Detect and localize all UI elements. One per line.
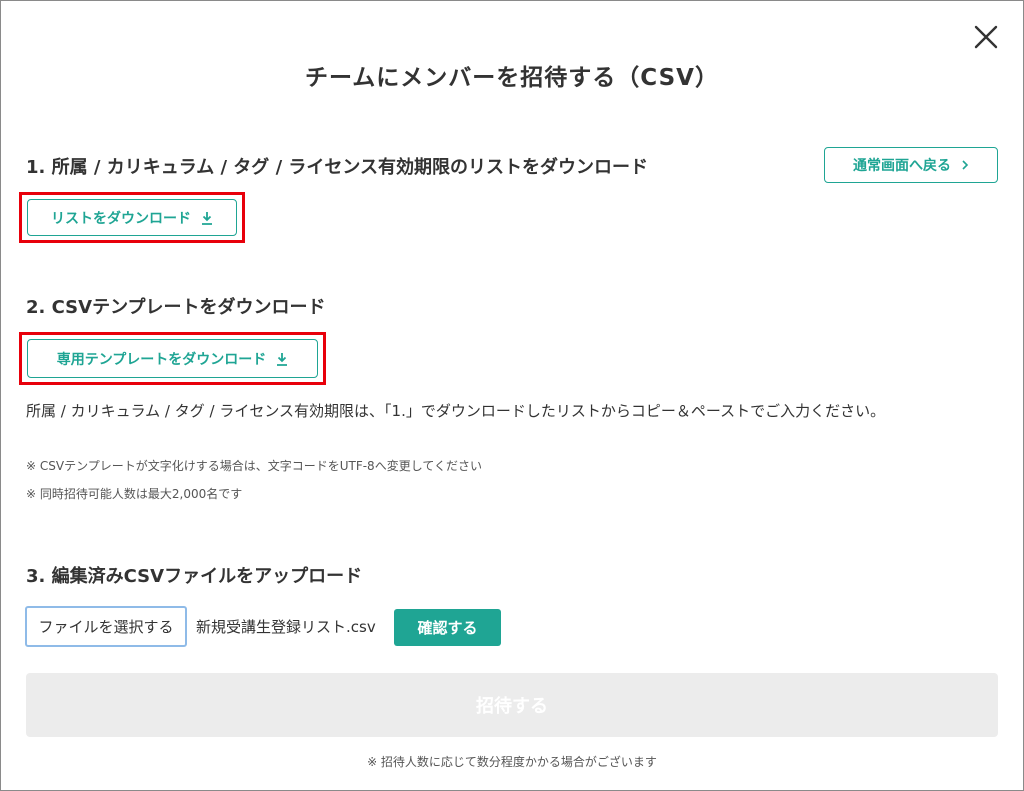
selected-file-name: 新規受講生登録リスト.csv	[196, 618, 376, 636]
list-download-label: リストをダウンロード	[51, 210, 191, 227]
back-button-label: 通常画面へ戻る	[853, 158, 951, 174]
footer-note: ※ 招待人数に応じて数分程度かかる場合がございます	[367, 755, 657, 769]
note-encoding: ※ CSVテンプレートが文字化けする場合は、文字コードをUTF-8へ変更してくだ…	[26, 459, 482, 473]
download-icon	[276, 352, 288, 366]
section3-heading: 3. 編集済みCSVファイルをアップロード	[26, 566, 363, 587]
section1-heading: 1. 所属 / カリキュラム / タグ / ライセンス有効期限のリストをダウンロ…	[26, 157, 649, 178]
back-to-normal-button[interactable]: 通常画面へ戻る	[824, 147, 998, 183]
file-select-button[interactable]: ファイルを選択する	[25, 606, 187, 647]
download-icon	[201, 211, 213, 225]
list-download-button[interactable]: リストをダウンロード	[27, 199, 237, 236]
section2-heading: 2. CSVテンプレートをダウンロード	[26, 297, 326, 318]
template-download-button[interactable]: 専用テンプレートをダウンロード	[27, 339, 318, 378]
dialog-title: チームにメンバーを招待する（CSV）	[305, 65, 719, 91]
chevron-right-icon	[961, 160, 969, 170]
close-icon[interactable]	[971, 22, 1001, 52]
note-max-invites: ※ 同時招待可能人数は最大2,000名です	[26, 487, 243, 501]
template-download-label: 専用テンプレートをダウンロード	[56, 351, 267, 368]
instruction-text: 所属 / カリキュラム / タグ / ライセンス有効期限は、「1.」でダウンロー…	[26, 402, 886, 420]
confirm-button[interactable]: 確認する	[394, 609, 501, 646]
invite-button[interactable]: 招待する	[26, 673, 998, 737]
